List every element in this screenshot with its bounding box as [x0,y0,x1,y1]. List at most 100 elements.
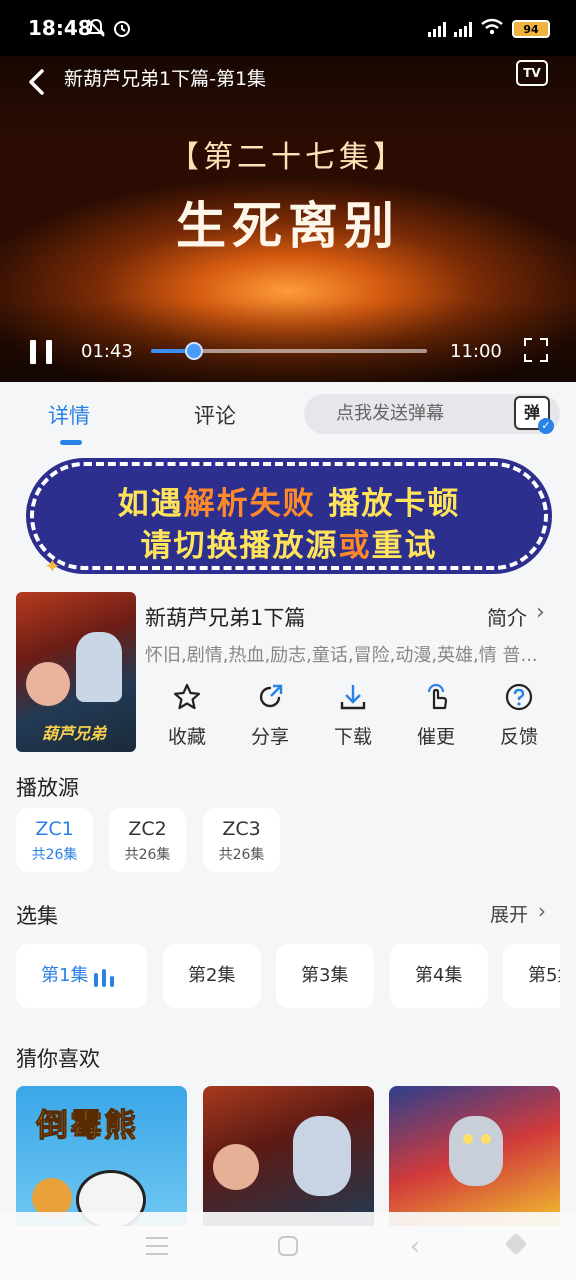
show-poster[interactable]: 葫芦兄弟 [16,592,136,752]
recommendations-heading: 猜你喜欢 [16,1047,100,1071]
expand-button[interactable]: 展开 [490,900,528,927]
player-controls: 01:43 11:00 [0,336,576,376]
banner-text: 重试 [371,528,438,564]
help-icon [477,682,561,714]
source-count: 共26集 [31,847,78,863]
episode-item[interactable]: 第3集 [276,944,374,1008]
episode-label: 第4集 [415,965,463,986]
action-label: 分享 [250,726,289,748]
episodes-heading: 选集 [16,904,58,928]
playing-indicator-icon [94,969,122,987]
recommendation-card[interactable]: 倒霉熊 [16,1086,187,1226]
recommendation-card[interactable] [203,1086,374,1226]
show-title: 新葫芦兄弟1下篇 [145,606,306,630]
tab-detail[interactable]: 详情 [48,400,90,430]
intro-link[interactable]: 简介 [487,602,527,631]
status-bar: 18:48 94 [0,0,576,56]
episode-item[interactable]: 第5集 [503,944,560,1008]
banner-line-2: 请切换播放源或重试 [34,520,544,565]
system-nav-bar: ‹ [0,1212,576,1280]
source-option[interactable]: ZC2 共26集 [109,808,186,872]
episode-label: 第1集 [41,965,89,986]
star-icon [145,682,229,714]
episode-label: 第3集 [301,965,349,986]
source-count: 共26集 [218,847,265,863]
tab-indicator [60,440,82,445]
source-option[interactable]: ZC3 共26集 [203,808,280,872]
poster-figure [26,662,70,706]
source-count: 共26集 [124,847,171,863]
wifi-icon [480,18,504,40]
poster-figure [76,632,122,702]
sources-heading: 播放源 [16,776,79,800]
banner-text-highlight: 或 [338,528,372,564]
danmu-button-label: 弹 [523,403,540,422]
home-icon[interactable] [278,1236,298,1256]
banner-text: 请切换播放源 [140,528,339,564]
banner-line-1: 如遇解析失败 播放卡顿 [34,478,544,523]
source-option[interactable]: ZC1 共26集 [16,808,93,872]
episode-title-caption: 生死离别 [176,196,400,255]
video-player[interactable]: 新葫芦兄弟1下篇-第1集 TV 【第二十七集】 生死离别 01:43 11:00 [0,56,576,382]
mute-notification-icon [86,18,106,43]
action-row: 收藏 分享 下载 催更 反馈 [145,682,576,752]
action-label: 收藏 [167,726,206,748]
hero-eye [481,1134,491,1144]
hero-eye [463,1134,473,1144]
progress-bar[interactable] [151,342,427,360]
recommendation-title: 倒霉熊 [35,1106,139,1145]
sparkle-icon: ✦ [44,554,61,578]
status-time: 18:48 [28,16,92,40]
chevron-left-icon [29,69,44,95]
alarm-icon [112,18,132,43]
fullscreen-icon[interactable] [524,338,548,362]
signal-2-icon [454,21,472,37]
episode-label: 第5集 [528,965,560,986]
tap-icon [394,682,478,714]
chevron-right-icon[interactable]: › [538,899,546,923]
episode-item[interactable]: 第4集 [390,944,488,1008]
action-label: 反馈 [499,726,538,748]
show-tags: 怀旧,剧情,热血,励志,童话,冒险,动漫,英雄,情 普... [145,645,538,666]
signal-icon [428,21,446,37]
check-icon: ✓ [538,418,554,434]
pause-button[interactable] [30,340,52,364]
feedback-button[interactable]: 反馈 [477,682,561,752]
chevron-right-icon[interactable]: › [536,600,545,625]
action-label: 下载 [333,726,372,748]
character-figure [213,1144,259,1190]
current-time: 01:43 [81,341,133,362]
poster-logo: 葫芦兄弟 [42,724,107,743]
progress-knob[interactable] [185,342,204,360]
banner-text-highlight: 解析失败 [183,486,316,522]
download-icon [311,682,395,714]
episode-label: 第2集 [188,965,236,986]
danmu-toggle-button[interactable]: 弹 ✓ [514,396,554,434]
status-right: 94 [428,18,550,40]
share-button[interactable]: 分享 [228,682,312,752]
notice-banner: 如遇解析失败 播放卡顿 请切换播放源或重试 [30,462,548,570]
tab-comments[interactable]: 评论 [194,400,236,430]
assistant-icon[interactable] [504,1232,528,1256]
favorite-button[interactable]: 收藏 [145,682,229,752]
tab-bar: 详情 评论 点我发送弹幕 弹 ✓ [0,382,576,448]
episode-item[interactable]: 第1集 [16,944,147,1008]
video-title: 新葫芦兄弟1下篇-第1集 [64,68,267,90]
episode-item[interactable]: 第2集 [163,944,261,1008]
tv-cast-button[interactable]: TV [516,60,548,86]
banner-text: 播放卡顿 [315,486,461,522]
download-button[interactable]: 下载 [311,682,395,752]
back-button[interactable] [24,68,52,96]
episode-subtitle: 【第二十七集】 [169,140,407,175]
banner-text: 如遇 [117,486,184,522]
menu-icon[interactable] [146,1237,168,1255]
hero-figure [449,1116,503,1186]
duration: 11:00 [450,341,502,362]
action-label: 催更 [416,726,455,748]
recommendation-card[interactable] [389,1086,560,1226]
back-icon[interactable]: ‹ [410,1232,420,1260]
request-update-button[interactable]: 催更 [394,682,478,752]
source-name: ZC1 [35,818,74,840]
character-figure [293,1116,351,1196]
source-name: ZC2 [128,818,167,840]
